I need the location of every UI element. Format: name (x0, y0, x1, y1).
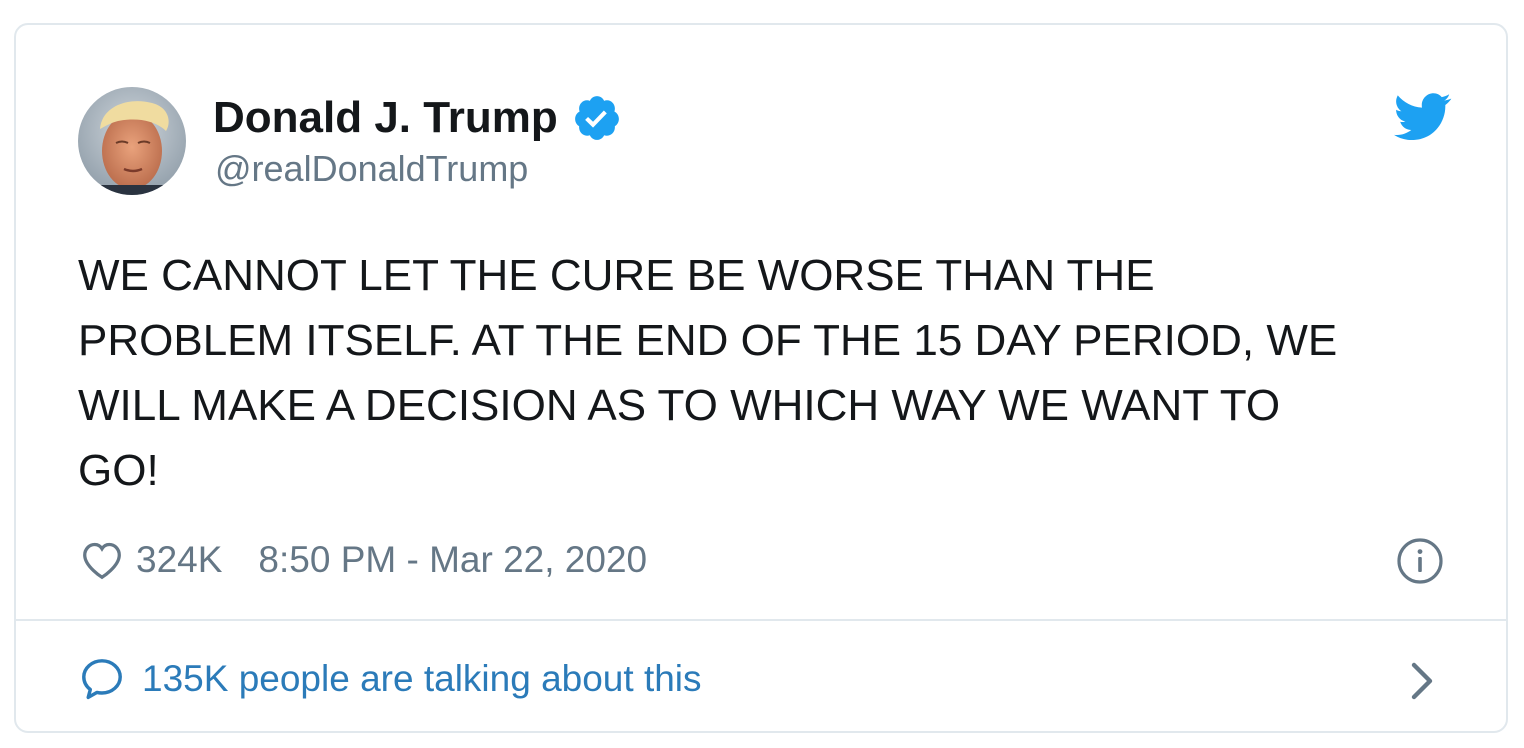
display-name-text: Donald J. Trump (213, 93, 558, 142)
user-handle[interactable]: @realDonaldTrump (215, 148, 528, 190)
twitter-bird-icon[interactable] (1394, 93, 1452, 141)
heart-icon[interactable] (80, 540, 124, 580)
avatar-image (78, 87, 186, 195)
info-icon[interactable] (1396, 537, 1444, 585)
conversation-link[interactable]: 135K people are talking about this (78, 655, 702, 703)
tweet-text: WE CANNOT LET THE CURE BE WORSE THAN THE… (78, 251, 1338, 495)
display-name[interactable]: Donald J. Trump (213, 93, 622, 143)
chevron-right-icon[interactable] (1408, 661, 1436, 701)
verified-badge-icon (574, 96, 619, 140)
like-count[interactable]: 324K (136, 539, 222, 581)
tweet-card: Donald J. Trump @realDonaldTrump WE CANN… (14, 23, 1508, 733)
avatar[interactable] (78, 87, 186, 195)
tweet-meta: 324K 8:50 PM - Mar 22, 2020 (80, 535, 647, 585)
tweet-timestamp[interactable]: 8:50 PM - Mar 22, 2020 (258, 539, 647, 581)
speech-bubble-icon (82, 659, 122, 700)
divider (16, 619, 1506, 621)
conversation-label: 135K people are talking about this (142, 658, 702, 699)
